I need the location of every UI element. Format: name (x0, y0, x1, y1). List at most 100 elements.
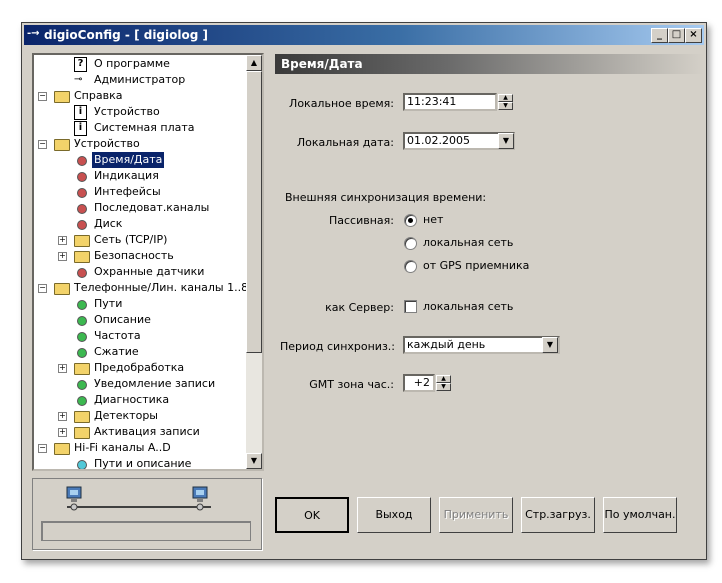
local-time-label: Локальное время: (289, 97, 394, 110)
tree-item[interactable]: Время/Дата (34, 152, 246, 168)
folder-icon (54, 91, 70, 103)
gmt-up-icon[interactable]: ▲ (436, 375, 451, 383)
tree-item[interactable]: + Активация записи (34, 424, 246, 440)
green-dot-icon (77, 300, 87, 310)
tree-item-label: Описание (94, 313, 151, 326)
time-spinner[interactable]: ▲ ▼ (498, 94, 513, 110)
server-lan-checkbox[interactable] (404, 300, 417, 313)
question-icon: ? (74, 57, 87, 72)
expand-icon[interactable]: + (58, 428, 67, 437)
tree-item-label: Сеть (TCP/IP) (94, 233, 168, 246)
tree-item-label: Пути (94, 297, 123, 310)
tree-item-label: Hi-Fi каналы A..D (74, 441, 171, 454)
green-dot-icon (77, 348, 87, 358)
main-window: -→ digioConfig - [ digiolog ] _ □ × ? О п… (21, 22, 707, 560)
tree-item[interactable]: Частота (34, 328, 246, 344)
tree-item-label: Последоват.каналы (94, 201, 210, 214)
gmt-spinner[interactable]: ▲ ▼ (436, 375, 451, 391)
tree-item[interactable]: Описание (34, 312, 246, 328)
red-dot-icon (77, 220, 87, 230)
tree-item[interactable]: − Справка (34, 88, 246, 104)
passive-label: Пассивная: (329, 214, 394, 227)
collapse-icon[interactable]: − (38, 284, 47, 293)
tree-item[interactable]: Охранные датчики (34, 264, 246, 280)
apply-button[interactable]: Применить (439, 497, 513, 533)
passive-radio-none[interactable] (404, 214, 417, 227)
tree-item[interactable]: + Безопасность (34, 248, 246, 264)
collapse-icon[interactable]: − (38, 92, 47, 101)
expand-icon[interactable]: + (58, 252, 67, 261)
tree-item[interactable]: ⊸ Администратор (34, 72, 246, 88)
tree-item[interactable]: Пути (34, 296, 246, 312)
collapse-icon[interactable]: − (38, 140, 47, 149)
green-dot-icon (77, 380, 87, 390)
red-dot-icon (77, 172, 87, 182)
maximize-button[interactable]: □ (668, 28, 685, 43)
tree-item[interactable]: Индикация (34, 168, 246, 184)
tree-item-label: Администратор (94, 73, 186, 86)
navigation-tree[interactable]: ? О программе ⊸ Администратор − Справка i Устро… (32, 53, 264, 471)
passive-option-lan-label: локальная сеть (423, 236, 514, 249)
tree-item-label: Устройство (74, 137, 140, 150)
gmt-down-icon[interactable]: ▼ (436, 383, 451, 391)
tree-item[interactable]: + Сеть (TCP/IP) (34, 232, 246, 248)
tree-item[interactable]: Диск (34, 216, 246, 232)
tree-item[interactable]: − Устройство (34, 136, 246, 152)
close-button[interactable]: × (685, 28, 702, 43)
tree-item[interactable]: Сжатие (34, 344, 246, 360)
app-icon: -→ (27, 28, 40, 39)
time-down-icon[interactable]: ▼ (498, 102, 513, 110)
tree-item[interactable]: i Системная плата (34, 120, 246, 136)
period-dropdown-button[interactable]: ▼ (542, 337, 558, 353)
tree-item-label: Безопасность (94, 249, 174, 262)
tree-item[interactable]: + Детекторы (34, 408, 246, 424)
tree-item-label: Системная плата (94, 121, 195, 134)
folder-icon (54, 139, 70, 151)
collapse-icon[interactable]: − (38, 444, 47, 453)
boot-page-button[interactable]: Стр.загруз. (521, 497, 595, 533)
tree-item[interactable]: Диагностика (34, 392, 246, 408)
tree-item[interactable]: + Предобработка (34, 360, 246, 376)
tree-item-label: Время/Дата (92, 152, 165, 168)
passive-radio-gps[interactable] (404, 260, 417, 273)
key-icon: ⊸ (74, 74, 83, 85)
scroll-down-button[interactable]: ▼ (246, 453, 262, 469)
tree-item-label: Индикация (94, 169, 159, 182)
passive-radio-lan[interactable] (404, 237, 417, 250)
info-icon: i (74, 121, 87, 136)
tree-item-label: Телефонные/Лин. каналы 1..8 (74, 281, 249, 294)
tree-item[interactable]: Последоват.каналы (34, 200, 246, 216)
title-bar[interactable]: -→ digioConfig - [ digiolog ] _ □ × (24, 25, 704, 45)
ok-button[interactable]: OK (275, 497, 349, 533)
tree-item[interactable]: i Устройство (34, 104, 246, 120)
tree-item-label: Сжатие (94, 345, 139, 358)
tree-item[interactable]: Пути и описание (34, 456, 246, 470)
scroll-thumb[interactable] (246, 71, 262, 353)
tree-item[interactable]: Интефейсы (34, 184, 246, 200)
expand-icon[interactable]: + (58, 412, 67, 421)
tree-item-label: Пути и описание (94, 457, 192, 470)
gmt-input[interactable]: +2 (403, 374, 435, 392)
tree-item[interactable]: − Телефонные/Лин. каналы 1..8 (34, 280, 248, 296)
period-select[interactable]: каждый день (403, 336, 560, 354)
tree-scrollbar[interactable]: ▲ ▼ (246, 55, 262, 469)
tree-item-label: О программе (94, 57, 170, 70)
folder-icon (74, 251, 90, 263)
exit-button[interactable]: Выход (357, 497, 431, 533)
date-dropdown-button[interactable]: ▼ (498, 133, 514, 149)
time-up-icon[interactable]: ▲ (498, 94, 513, 102)
scroll-up-button[interactable]: ▲ (246, 55, 262, 71)
expand-icon[interactable]: + (58, 236, 67, 245)
tree-list: ? О программе ⊸ Администратор − Справка i Устро… (34, 55, 248, 470)
network-diagram-icon (66, 486, 211, 511)
green-dot-icon (77, 316, 87, 326)
minimize-button[interactable]: _ (651, 28, 668, 43)
tree-item[interactable]: ? О программе (34, 56, 246, 72)
green-dot-icon (77, 332, 87, 342)
expand-icon[interactable]: + (58, 364, 67, 373)
local-time-input[interactable]: 11:23:41 (403, 93, 497, 111)
defaults-button[interactable]: По умолчан. (603, 497, 677, 533)
green-dot-icon (77, 396, 87, 406)
tree-item[interactable]: Уведомление записи (34, 376, 246, 392)
tree-item[interactable]: − Hi-Fi каналы A..D (34, 440, 246, 456)
